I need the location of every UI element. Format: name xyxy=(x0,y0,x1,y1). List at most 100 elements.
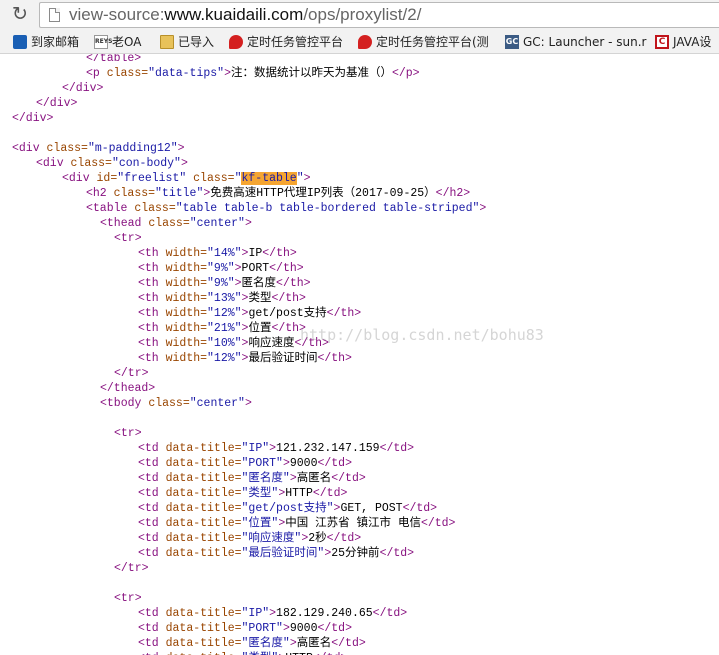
source-token: data-title= xyxy=(165,607,242,620)
bookmark-label: JAVA设 xyxy=(673,35,712,49)
source-line: </div> xyxy=(62,81,103,96)
source-line: <td data-title="类型">HTTP</td> xyxy=(138,486,347,501)
page-icon xyxy=(49,8,60,22)
source-token: 响应速度 xyxy=(248,337,295,350)
source-token: </td> xyxy=(317,457,352,470)
source-line: <div id="freelist" class="kf-table"> xyxy=(62,171,311,186)
source-line: <tr> xyxy=(114,591,142,606)
source-line: <th width="21%">位置</th> xyxy=(138,321,306,336)
source-token: <th xyxy=(138,277,166,290)
source-token: "位置" xyxy=(241,517,279,530)
source-line: <td data-title="PORT">9000</td> xyxy=(138,456,352,471)
source-token: </div> xyxy=(12,112,54,125)
source-token: </tr> xyxy=(114,562,149,575)
source-line: <td data-title="最后验证时间">25分钟前</td> xyxy=(138,546,414,561)
source-token: 注：数据统计以昨天为基准（） xyxy=(230,67,392,80)
source-line: </thead> xyxy=(100,381,155,396)
bookmark-label: 定时任务管控平台 xyxy=(247,35,344,49)
source-token: </th> xyxy=(326,307,362,320)
search-highlight: kf-table xyxy=(241,172,297,185)
source-token: 中国 江苏省 镇江市 电信 xyxy=(285,517,421,530)
source-token: <tr> xyxy=(114,592,142,605)
url-path: /ops/proxylist/2/ xyxy=(303,5,422,24)
source-token: > xyxy=(479,202,487,215)
source-token: width= xyxy=(165,292,208,305)
source-token: <th xyxy=(138,292,166,305)
bookmark-label: 老OA xyxy=(112,35,142,49)
source-token: <table xyxy=(86,202,135,215)
source-token: <th xyxy=(138,337,166,350)
source-token: HTTP xyxy=(285,487,313,500)
source-token: 2秒 xyxy=(308,532,327,545)
source-line: <th width="9%">匿名度</th> xyxy=(138,276,311,291)
source-token: "title" xyxy=(155,187,204,200)
gc-icon: GC xyxy=(505,35,519,49)
source-token: > xyxy=(289,472,297,485)
source-token: class= xyxy=(106,67,149,80)
source-token: 高匿名 xyxy=(296,637,332,650)
source-token: "12%" xyxy=(207,307,242,320)
red-bird-icon xyxy=(229,35,243,49)
source-token: "最后验证时间" xyxy=(241,547,325,560)
source-line: <p class="data-tips">注：数据统计以昨天为基准（）</p> xyxy=(86,66,420,81)
source-token: <td xyxy=(138,532,166,545)
source-token: </td> xyxy=(379,547,415,560)
source-line: <tr> xyxy=(114,426,142,441)
source-token: <td xyxy=(138,547,166,560)
source-token: 匿名度 xyxy=(241,277,277,290)
source-line: </div> xyxy=(36,96,77,111)
bookmark-label: 定时任务管控平台(测 xyxy=(376,35,489,49)
source-token: "IP" xyxy=(241,607,270,620)
source-token: </td> xyxy=(372,607,408,620)
source-token: width= xyxy=(165,352,208,365)
source-token: "get/post支持" xyxy=(241,502,334,515)
source-token: data-title= xyxy=(165,457,242,470)
source-token: width= xyxy=(165,277,208,290)
source-token: </thead> xyxy=(100,382,156,395)
source-token: width= xyxy=(165,307,208,320)
source-token: </th> xyxy=(271,322,306,335)
bookmark-label: 已导入 xyxy=(178,35,215,49)
source-token: "9%" xyxy=(207,277,235,290)
source-token: "匿名度" xyxy=(241,472,290,485)
url-text[interactable]: view-source:www.kuaidaili.com/ops/proxyl… xyxy=(69,4,421,26)
source-token: "PORT" xyxy=(241,622,283,635)
source-line: <td data-title="IP">121.232.147.159</td> xyxy=(138,441,414,456)
browser-toolbar: ↻ view-source:www.kuaidaili.com/ops/prox… xyxy=(0,0,719,30)
source-token: "21%" xyxy=(207,322,242,335)
java-icon: C xyxy=(655,35,669,49)
source-token: "center" xyxy=(189,397,245,410)
source-token: > xyxy=(289,637,297,650)
source-token: get/post支持 xyxy=(248,307,327,320)
source-token: data-title= xyxy=(165,442,242,455)
source-token: id= xyxy=(96,172,118,185)
source-token: data-title= xyxy=(165,532,242,545)
source-token: 免费高速HTTP代理IP列表（2017-09-25） xyxy=(210,187,436,200)
bookmark-label: GC: Launcher - sun.r xyxy=(523,35,647,49)
source-token: 位置 xyxy=(248,322,272,335)
source-line: <table class="table table-b table-border… xyxy=(86,201,486,216)
source-token: </td> xyxy=(331,472,366,485)
source-token: <td xyxy=(138,487,166,500)
source-token: <td xyxy=(138,622,166,635)
source-token: "9%" xyxy=(207,262,235,275)
source-token: "匿名度" xyxy=(241,637,290,650)
reload-icon[interactable]: ↻ xyxy=(9,3,31,25)
source-token: <td xyxy=(138,502,166,515)
source-token: </table> xyxy=(86,54,142,65)
source-line: <thead class="center"> xyxy=(100,216,252,231)
source-token: width= xyxy=(165,262,208,275)
source-token: </tr> xyxy=(114,367,149,380)
source-token: " xyxy=(296,172,304,185)
source-token: width= xyxy=(165,322,208,335)
source-token: > xyxy=(244,217,252,230)
source-token: width= xyxy=(165,247,208,260)
source-token: "center" xyxy=(189,217,245,230)
address-bar[interactable]: view-source:www.kuaidaili.com/ops/proxyl… xyxy=(39,2,719,28)
source-view[interactable]: </table> <p class="data-tips">注：数据统计以昨天为基… xyxy=(0,54,719,655)
url-host: www.kuaidaili.com xyxy=(164,5,304,24)
source-token: "freelist" xyxy=(117,172,187,185)
mail-icon xyxy=(13,35,27,49)
source-token: "PORT" xyxy=(241,457,283,470)
source-token: <td xyxy=(138,517,166,530)
